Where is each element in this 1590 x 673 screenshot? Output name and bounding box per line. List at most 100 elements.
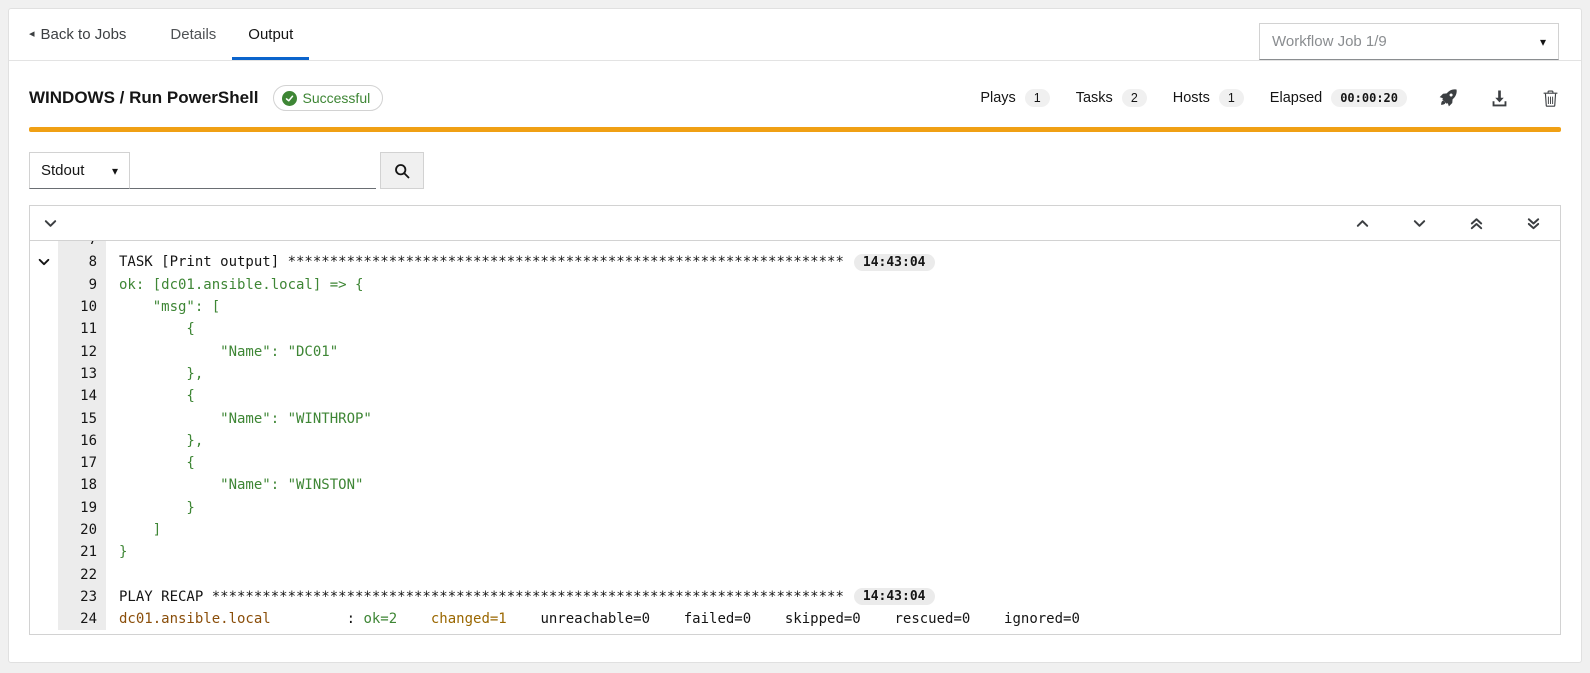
line-number: 13 — [58, 363, 106, 385]
log-line: 13 }, — [30, 363, 1560, 385]
log-line: 14 { — [30, 385, 1560, 407]
log-line: 19 } — [30, 497, 1560, 519]
log-segment: } — [119, 500, 195, 516]
stat-hosts-label: Hosts — [1173, 90, 1210, 106]
log-text: "Name": "DC01" — [106, 344, 338, 360]
log-line: 15 "Name": "WINTHROP" — [30, 407, 1560, 429]
line-number: 16 — [58, 430, 106, 452]
workflow-job-select[interactable]: Workflow Job 1/9 ▾ — [1259, 23, 1559, 60]
stat-hosts-count: 1 — [1219, 89, 1244, 107]
scroll-next-button[interactable] — [1409, 213, 1430, 234]
workflow-job-select-value: Workflow Job 1/9 — [1272, 33, 1387, 50]
log-line: 18 "Name": "WINSTON" — [30, 474, 1560, 496]
log-text: "Name": "WINSTON" — [106, 477, 363, 493]
stdout-filter-select[interactable]: Stdout ▾ — [29, 152, 130, 189]
collapse-task-toggle[interactable] — [30, 251, 58, 273]
stat-plays-label: Plays — [980, 90, 1015, 106]
log-expand-spacer — [30, 241, 58, 251]
scroll-bottom-button[interactable] — [1523, 213, 1544, 234]
log-text: "msg": [ — [106, 299, 220, 315]
log-line: 11 { — [30, 318, 1560, 340]
job-output-page: ◂ Back to Jobs Details Output Workflow J… — [8, 8, 1582, 663]
stat-elapsed-value: 00:00:20 — [1331, 89, 1407, 107]
line-number: 20 — [58, 519, 106, 541]
output-search-input[interactable] — [130, 152, 376, 189]
log-expand-spacer — [30, 608, 58, 630]
tabs-bar: ◂ Back to Jobs Details Output Workflow J… — [9, 9, 1581, 61]
relaunch-rocket-icon — [1439, 89, 1457, 107]
log-text: } — [106, 544, 127, 560]
line-number: 19 — [58, 497, 106, 519]
line-number: 17 — [58, 452, 106, 474]
download-icon — [1491, 90, 1508, 107]
log-segment: { — [119, 321, 195, 337]
delete-job-button[interactable] — [1540, 88, 1561, 109]
relaunch-button[interactable] — [1437, 87, 1459, 109]
line-number: 22 — [58, 563, 106, 585]
stat-tasks-label: Tasks — [1076, 90, 1113, 106]
stat-tasks: Tasks 2 — [1076, 89, 1147, 107]
stdout-filter-value: Stdout — [41, 162, 84, 179]
line-number: 9 — [58, 274, 106, 296]
log-segment: "Name": "WINTHROP" — [119, 411, 372, 427]
caret-down-icon: ▾ — [112, 164, 118, 178]
log-segment: }, — [119, 433, 203, 449]
download-output-button[interactable] — [1489, 88, 1510, 109]
log-text: }, — [106, 366, 203, 382]
log-segment: : — [271, 611, 364, 627]
caret-down-icon: ▾ — [1540, 35, 1546, 49]
tab-output[interactable]: Output — [232, 9, 309, 60]
log-text: ] — [106, 522, 161, 538]
log-expand-spacer — [30, 385, 58, 407]
search-button[interactable] — [380, 152, 424, 189]
chevron-down-icon — [37, 255, 51, 269]
log-text: PLAY RECAP *****************************… — [106, 588, 935, 605]
log-expand-spacer — [30, 318, 58, 340]
log-expand-spacer — [30, 586, 58, 608]
log-expand-spacer — [30, 430, 58, 452]
line-number: 15 — [58, 407, 106, 429]
line-number: 21 — [58, 541, 106, 563]
log-expand-spacer — [30, 340, 58, 362]
log-text: { — [106, 455, 195, 471]
log-text: { — [106, 388, 195, 404]
timestamp-badge: 14:43:04 — [854, 588, 935, 605]
stat-tasks-count: 2 — [1122, 89, 1147, 107]
scroll-previous-button[interactable] — [1352, 213, 1373, 234]
log-segment: ] — [119, 522, 161, 538]
stdout-log-view[interactable]: 78TASK [Print output] ******************… — [30, 241, 1560, 634]
job-header: WINDOWS / Run PowerShell Successful Play… — [9, 61, 1581, 111]
log-segment: TASK [Print output] ********************… — [119, 254, 844, 270]
log-expand-spacer — [30, 519, 58, 541]
back-to-jobs-link[interactable]: ◂ Back to Jobs — [29, 9, 126, 60]
log-segment: "Name": "DC01" — [119, 344, 338, 360]
stat-hosts: Hosts 1 — [1173, 89, 1244, 107]
collapse-all-button[interactable] — [40, 213, 61, 234]
log-line: 10 "msg": [ — [30, 296, 1560, 318]
line-number: 24 — [58, 608, 106, 630]
log-line: 21} — [30, 541, 1560, 563]
log-text: } — [106, 500, 195, 516]
log-text: dc01.ansible.local : ok=2 changed=1 unre… — [106, 611, 1080, 627]
log-segment: ok: [dc01.ansible.local] => { — [119, 277, 363, 293]
scroll-top-button[interactable] — [1466, 213, 1487, 234]
line-number: 8 — [58, 251, 106, 273]
log-segment: PLAY RECAP *****************************… — [119, 589, 844, 605]
log-expand-spacer — [30, 497, 58, 519]
log-text: TASK [Print output] ********************… — [106, 254, 935, 271]
tab-details[interactable]: Details — [154, 9, 232, 60]
log-expand-spacer — [30, 452, 58, 474]
log-segment: { — [119, 455, 195, 471]
log-line: 12 "Name": "DC01" — [30, 340, 1560, 362]
log-lines: 78TASK [Print output] ******************… — [30, 241, 1560, 630]
log-line: 17 { — [30, 452, 1560, 474]
log-segment: }, — [119, 366, 203, 382]
log-segment: "msg": [ — [119, 299, 220, 315]
log-line: 22 — [30, 563, 1560, 585]
log-expand-spacer — [30, 563, 58, 585]
log-segment: dc01.ansible.local — [119, 611, 271, 627]
output-panel: 78TASK [Print output] ******************… — [29, 205, 1561, 635]
log-line: 20 ] — [30, 519, 1560, 541]
chevron-down-icon — [43, 216, 58, 231]
log-line: 24dc01.ansible.local : ok=2 changed=1 un… — [30, 608, 1560, 630]
